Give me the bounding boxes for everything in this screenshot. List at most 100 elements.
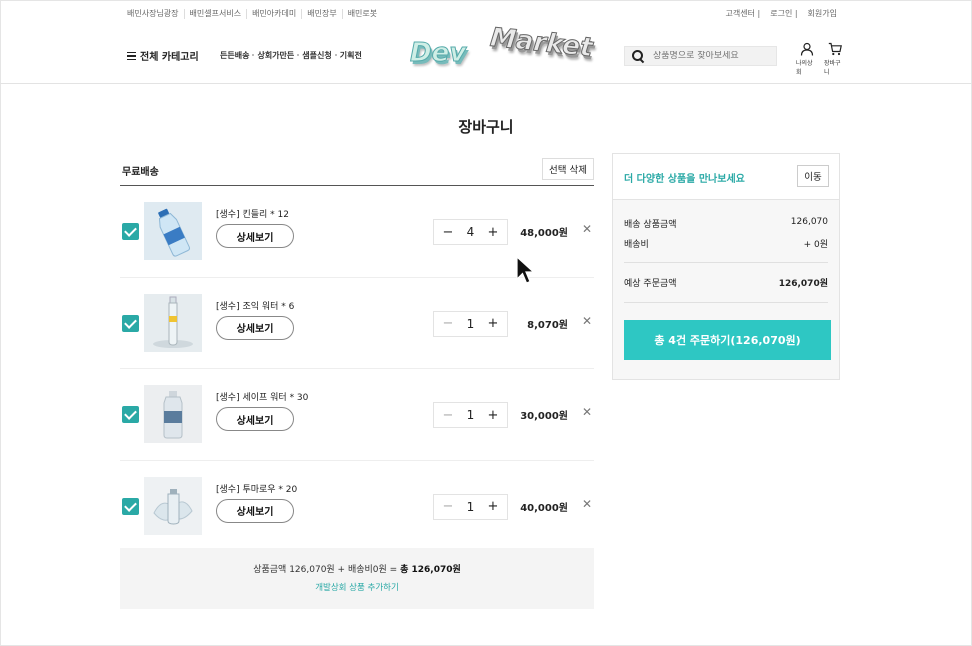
item-price: 40,000원 bbox=[520, 502, 568, 514]
goods-amount-label: 배송 상품금액 bbox=[624, 220, 677, 230]
quantity-stepper: − 4 + bbox=[433, 219, 508, 245]
delete-selected-button[interactable]: 선택 삭제 bbox=[542, 158, 594, 180]
quantity-value: 1 bbox=[466, 408, 475, 422]
login-link[interactable]: 로그인 | bbox=[765, 9, 802, 19]
my-store-button[interactable]: 나의상회 bbox=[796, 42, 818, 76]
goods-amount-value: 126,070 bbox=[790, 217, 828, 227]
partner-links: 배민사장님광장 배민셀프서비스 배민아카데미 배민장부 배민로봇 bbox=[127, 9, 382, 19]
logo-dev-text: Dev bbox=[409, 38, 467, 69]
logo-market-text: Market bbox=[488, 22, 594, 64]
search-icon[interactable] bbox=[629, 47, 647, 65]
account-links: 고객센터 | 로그인 | 회원가입 bbox=[721, 9, 842, 19]
divider bbox=[624, 302, 828, 303]
goods-amount-row: 배송 상품금액 126,070 bbox=[624, 217, 828, 230]
dev-market-logo[interactable]: Dev Market bbox=[408, 22, 594, 72]
free-shipping-label: 무료배송 bbox=[122, 167, 159, 178]
item-price: 30,000원 bbox=[520, 411, 568, 422]
cart-item: [생수] 투마로우 * 20 상세보기 − 1 + 40,000원 ✕ bbox=[120, 461, 594, 553]
divider bbox=[624, 262, 828, 263]
cart-list: 무료배송 선택 삭제 [생수] 킨들리 * 12 상세보기 − 4 + 48,0… bbox=[120, 154, 594, 552]
all-categories-button[interactable]: 전체 카테고리 bbox=[127, 48, 199, 63]
item-price: 8,070원 bbox=[527, 319, 568, 331]
util-link-academy[interactable]: 배민아카데미 bbox=[246, 9, 301, 19]
increase-button[interactable]: + bbox=[487, 408, 499, 423]
user-menu: 나의상회 장바구니 bbox=[796, 42, 846, 76]
remove-item-icon[interactable]: ✕ bbox=[582, 222, 592, 236]
util-link-boss-plaza[interactable]: 배민사장님광장 bbox=[127, 9, 184, 19]
search-input[interactable] bbox=[653, 51, 773, 61]
promo-banner: 더 다양한 상품을 만나보세요 이동 bbox=[613, 154, 839, 200]
product-image[interactable] bbox=[144, 293, 202, 352]
order-button[interactable]: 총 4건 주문하기(126,070원) bbox=[624, 320, 831, 360]
summary-total: 총 126,070원 bbox=[400, 565, 461, 575]
promo-text: 더 다양한 상품을 만나보세요 bbox=[624, 174, 745, 185]
main-nav: 든든배송 상회가만든 샘플신청 기획전 bbox=[220, 50, 366, 61]
product-name[interactable]: [생수] 투마로우 * 20 bbox=[216, 482, 297, 495]
mouse-cursor-icon bbox=[516, 256, 536, 284]
shipping-fee-label: 배송비 bbox=[624, 240, 649, 250]
nav-item-fast-delivery[interactable]: 든든배송 bbox=[220, 50, 253, 61]
quantity-value: 4 bbox=[466, 225, 475, 239]
my-store-label: 나의상회 bbox=[796, 60, 813, 76]
product-image[interactable] bbox=[144, 476, 202, 535]
remove-item-icon[interactable]: ✕ bbox=[582, 314, 592, 328]
page-title: 장바구니 bbox=[458, 118, 514, 136]
cart-item: [생수] 세이프 워터 * 30 상세보기 − 1 + 30,000원 ✕ bbox=[120, 369, 594, 461]
item-checkbox[interactable] bbox=[122, 406, 139, 423]
quantity-stepper: − 1 + bbox=[433, 493, 508, 520]
order-summary-panel: 더 다양한 상품을 만나보세요 이동 배송 상품금액 126,070 배송비 +… bbox=[612, 153, 840, 380]
item-checkbox[interactable] bbox=[122, 497, 139, 515]
cart-icon bbox=[828, 42, 842, 56]
expected-total-row: 예상 주문금액 126,070원 bbox=[624, 276, 828, 289]
customer-center-link[interactable]: 고객센터 | bbox=[721, 9, 766, 19]
detail-button[interactable]: 상세보기 bbox=[216, 498, 294, 523]
product-image[interactable] bbox=[144, 202, 202, 260]
add-more-products-link[interactable]: 개발상회 상품 추가하기 bbox=[120, 581, 594, 593]
expected-total-label: 예상 주문금액 bbox=[624, 279, 677, 289]
quantity-value: 1 bbox=[466, 499, 475, 514]
item-checkbox[interactable] bbox=[122, 314, 139, 332]
decrease-button[interactable]: − bbox=[442, 225, 454, 240]
increase-button[interactable]: + bbox=[487, 225, 499, 240]
product-name[interactable]: [생수] 세이프 워터 * 30 bbox=[216, 390, 308, 403]
cart-list-header: 무료배송 선택 삭제 bbox=[120, 154, 594, 186]
summary-text: 상품금액 126,070원 + 배송비0원 = bbox=[253, 565, 401, 575]
summary-line: 상품금액 126,070원 + 배송비0원 = 총 126,070원 bbox=[120, 562, 594, 575]
search-bar bbox=[624, 46, 777, 66]
site-header: 전체 카테고리 든든배송 상회가만든 샘플신청 기획전 Dev Market 나… bbox=[0, 22, 972, 84]
decrease-button[interactable]: − bbox=[442, 316, 454, 331]
cart-item: [생수] 조익 워터 * 6 상세보기 − 1 + 8,070원 ✕ bbox=[120, 278, 594, 369]
product-name[interactable]: [생수] 킨들리 * 12 bbox=[216, 207, 289, 220]
util-link-robot[interactable]: 배민로봇 bbox=[341, 9, 382, 19]
user-icon bbox=[800, 42, 814, 56]
increase-button[interactable]: + bbox=[487, 316, 499, 331]
quantity-value: 1 bbox=[466, 316, 475, 331]
decrease-button[interactable]: − bbox=[442, 408, 454, 423]
util-link-ledger[interactable]: 배민장부 bbox=[301, 9, 341, 19]
cart-button[interactable]: 장바구니 bbox=[824, 42, 846, 76]
quantity-stepper: − 1 + bbox=[433, 402, 508, 428]
remove-item-icon[interactable]: ✕ bbox=[582, 405, 592, 419]
item-price: 48,000원 bbox=[520, 228, 568, 239]
detail-button[interactable]: 상세보기 bbox=[216, 315, 294, 340]
move-button[interactable]: 이동 bbox=[797, 165, 829, 187]
detail-button[interactable]: 상세보기 bbox=[216, 224, 294, 248]
all-categories-label: 전체 카테고리 bbox=[140, 52, 199, 63]
shipping-fee-row: 배송비 + 0원 bbox=[624, 237, 828, 250]
detail-button[interactable]: 상세보기 bbox=[216, 407, 294, 431]
nav-item-sample[interactable]: 샘플신청 bbox=[297, 50, 335, 61]
expected-total-value: 126,070원 bbox=[778, 279, 828, 289]
nav-item-store-made[interactable]: 상회가만든 bbox=[252, 50, 298, 61]
signup-link[interactable]: 회원가입 bbox=[803, 9, 842, 19]
remove-item-icon[interactable]: ✕ bbox=[582, 497, 592, 511]
increase-button[interactable]: + bbox=[487, 499, 499, 514]
nav-item-exhibition[interactable]: 기획전 bbox=[334, 50, 366, 61]
product-image[interactable] bbox=[144, 385, 202, 443]
utility-bar: 배민사장님광장 배민셀프서비스 배민아카데미 배민장부 배민로봇 고객센터 | … bbox=[127, 9, 842, 23]
cart-summary: 상품금액 126,070원 + 배송비0원 = 총 126,070원 개발상회 … bbox=[120, 548, 594, 609]
cart-label: 장바구니 bbox=[824, 60, 841, 76]
item-checkbox[interactable] bbox=[122, 223, 139, 240]
decrease-button[interactable]: − bbox=[442, 499, 454, 514]
product-name[interactable]: [생수] 조익 워터 * 6 bbox=[216, 299, 294, 312]
util-link-self-service[interactable]: 배민셀프서비스 bbox=[183, 9, 247, 19]
